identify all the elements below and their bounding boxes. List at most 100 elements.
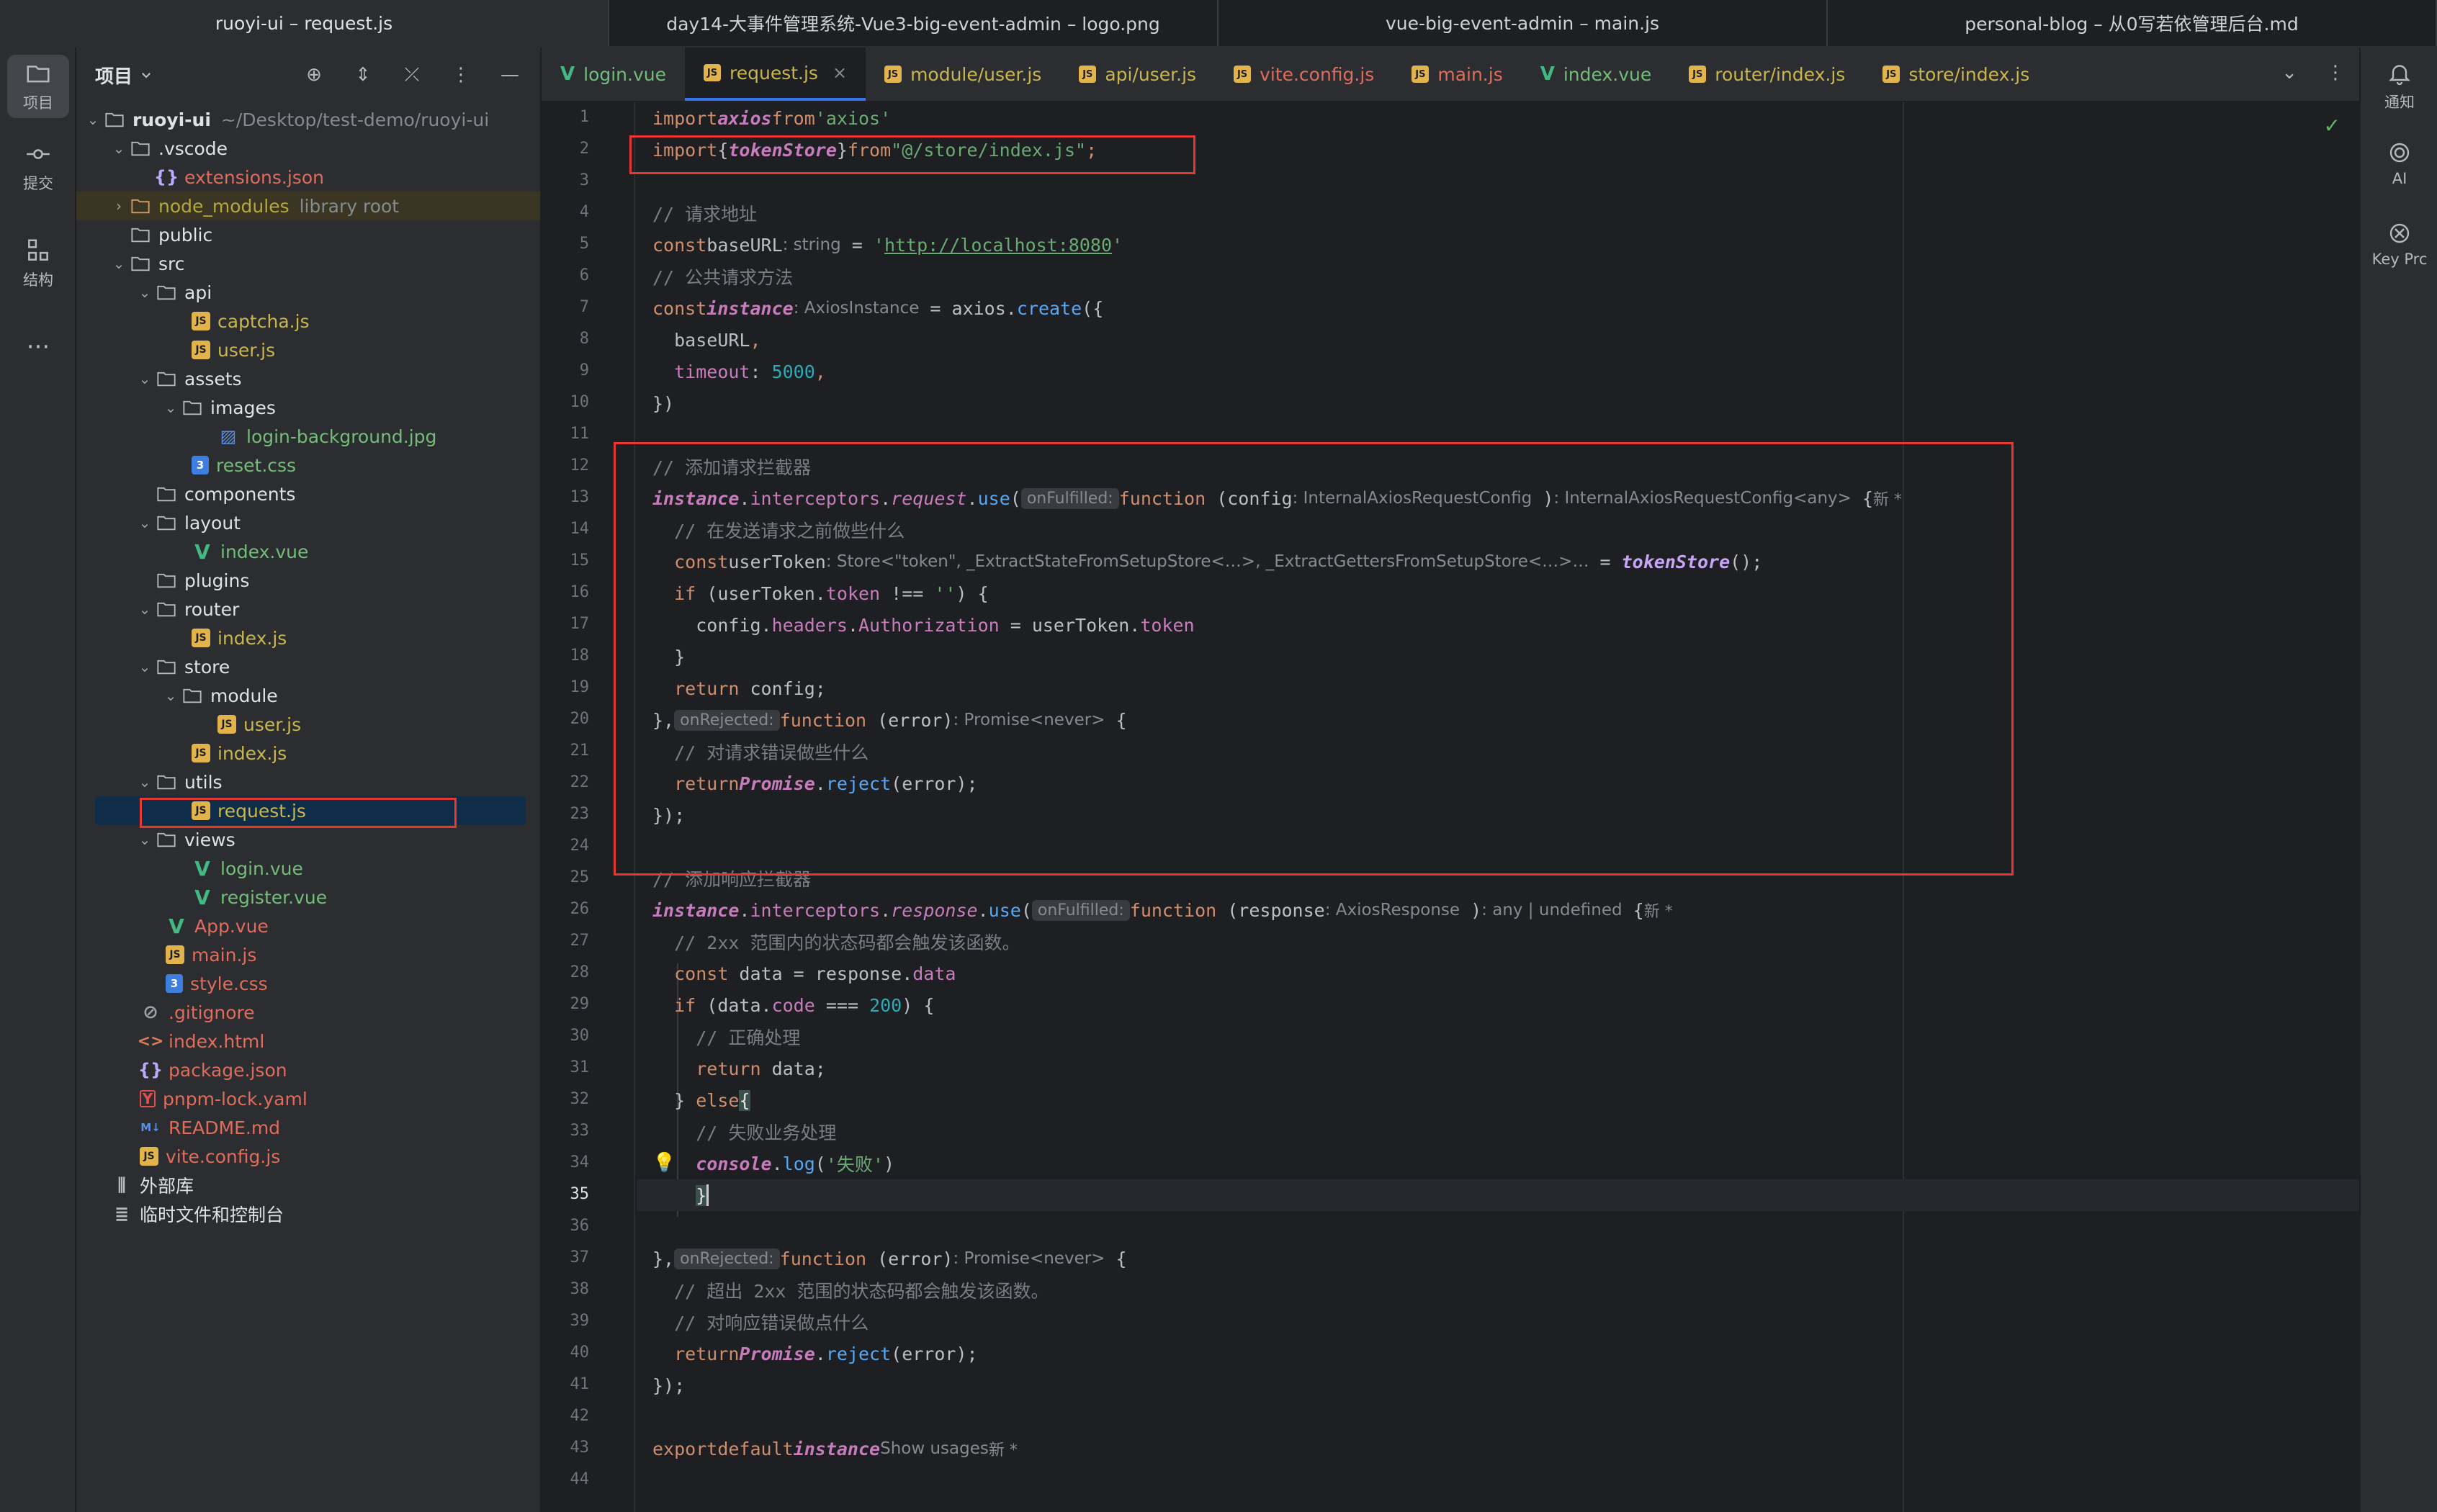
editor-tab-index-vue[interactable]: V index.vue: [1522, 48, 1671, 101]
tree-item-vscode[interactable]: ⌄ .vscode: [76, 134, 540, 163]
tree-item-api[interactable]: ⌄ api: [76, 278, 540, 307]
code-line-41[interactable]: });: [637, 1369, 2359, 1401]
tree-item-module-user-js[interactable]: JS user.js: [76, 710, 540, 739]
more-tools-button[interactable]: ···: [7, 315, 69, 379]
ai-assistant-button[interactable]: AI: [2361, 140, 2437, 187]
tree-item-src[interactable]: ⌄ src: [76, 249, 540, 278]
tree-item-public[interactable]: public: [76, 220, 540, 249]
tree-item-views[interactable]: ⌄ views: [76, 825, 540, 854]
tree-item-store[interactable]: ⌄ store: [76, 652, 540, 681]
expanded-arrow-icon[interactable]: ⌄: [134, 370, 156, 387]
tree-item-scratches[interactable]: ≣ 临时文件和控制台: [76, 1200, 540, 1228]
tree-item-store-index-js[interactable]: JS index.js: [76, 739, 540, 768]
code-line-37[interactable]: }, onRejected: function (error) : Promis…: [637, 1243, 2359, 1274]
editor-tab-api-user-js[interactable]: JS api/user.js: [1060, 48, 1215, 101]
tree-item-components[interactable]: components: [76, 480, 540, 508]
code-line-6[interactable]: // 公共请求方法: [637, 261, 2359, 292]
tree-item-node-modules[interactable]: › node_modules library root: [76, 192, 540, 220]
editor-tab-request-js[interactable]: JS request.js ×: [685, 48, 866, 101]
expanded-arrow-icon[interactable]: ⌄: [134, 658, 156, 675]
tree-item-register-vue[interactable]: V register.vue: [76, 883, 540, 912]
code-line-9[interactable]: timeout: 5000,: [637, 356, 2359, 387]
notifications-button[interactable]: 通知: [2361, 60, 2437, 112]
code-line-5[interactable]: const baseURL : string = ' http://localho…: [637, 229, 2359, 261]
window-tab-day14[interactable]: day14-大事件管理系统-Vue3-big-event-admin – log…: [609, 0, 1218, 46]
tree-item-router[interactable]: ⌄ router: [76, 595, 540, 624]
code-line-7[interactable]: const instance : AxiosInstance = axios. c…: [637, 292, 2359, 324]
tree-item-plugins[interactable]: plugins: [76, 566, 540, 595]
tree-item-vite-config[interactable]: JS vite.config.js: [76, 1142, 540, 1171]
code-line-33[interactable]: // 失败业务处理: [637, 1116, 2359, 1148]
window-tab-ruoyi[interactable]: ruoyi-ui – request.js: [0, 0, 609, 46]
editor-tab-login-vue[interactable]: V login.vue: [542, 48, 685, 101]
tree-item-gitignore[interactable]: ⊘ .gitignore: [76, 998, 540, 1027]
code-line-8[interactable]: baseURL,: [637, 324, 2359, 356]
tree-item-extensions-json[interactable]: {} extensions.json: [76, 163, 540, 192]
code-line-1[interactable]: import axios from 'axios': [637, 102, 2359, 134]
tree-item-reset-css[interactable]: 3 reset.css: [76, 451, 540, 480]
code-line-31[interactable]: return data;: [637, 1053, 2359, 1084]
expanded-arrow-icon[interactable]: ⌄: [134, 773, 156, 791]
code-line-43[interactable]: export default instance Show usages 新 *: [637, 1433, 2359, 1464]
code-line-40[interactable]: return Promise. reject (error);: [637, 1338, 2359, 1369]
collapse-all-icon[interactable]: ⤫: [400, 63, 423, 86]
expanded-arrow-icon[interactable]: ⌄: [134, 284, 156, 301]
code-line-32[interactable]: } else {: [637, 1084, 2359, 1116]
expanded-arrow-icon[interactable]: ⌄: [160, 687, 181, 704]
code-line-29[interactable]: if (data. code === 200) {: [637, 989, 2359, 1021]
tree-item-captcha-js[interactable]: JS captcha.js: [76, 307, 540, 336]
expanded-arrow-icon[interactable]: ⌄: [82, 111, 104, 128]
commit-tool-button[interactable]: 提交: [7, 135, 69, 199]
tree-item-index-html[interactable]: <> index.html: [76, 1027, 540, 1056]
key-promoter-button[interactable]: Key Prc: [2361, 220, 2437, 268]
tree-item-root[interactable]: ⌄ ruoyi-ui ~/Desktop/test-demo/ruoyi-ui: [76, 105, 540, 134]
expanded-arrow-icon[interactable]: ⌄: [160, 399, 181, 416]
code-line-35[interactable]: }: [637, 1179, 2359, 1211]
editor-tab-vite-config[interactable]: JS vite.config.js: [1215, 48, 1393, 101]
editor-tab-main-js[interactable]: JS main.js: [1393, 48, 1521, 101]
tree-item-pnpm-lock[interactable]: Y pnpm-lock.yaml: [76, 1084, 540, 1113]
code-line-27[interactable]: // 2xx 范围内的状态码都会触发该函数。: [637, 926, 2359, 958]
tree-item-login-vue[interactable]: V login.vue: [76, 854, 540, 883]
tree-item-main-js[interactable]: JS main.js: [76, 940, 540, 969]
project-tool-button[interactable]: 项目: [7, 55, 69, 118]
tree-item-layout-index-vue[interactable]: V index.vue: [76, 537, 540, 566]
code-line-28[interactable]: const data = response. data: [637, 958, 2359, 989]
chevron-down-icon[interactable]: [140, 68, 153, 81]
editor-tab-module-user-js[interactable]: JS module/user.js: [866, 48, 1060, 101]
editor-options-icon[interactable]: ⋮: [2326, 62, 2345, 84]
tree-item-login-background[interactable]: ▨ login-background.jpg: [76, 422, 540, 451]
editor-tab-store-index[interactable]: JS store/index.js: [1864, 48, 2048, 101]
tree-item-router-index-js[interactable]: JS index.js: [76, 624, 540, 652]
structure-tool-button[interactable]: 结构: [7, 232, 69, 295]
code-line-34[interactable]: console. log('失败'): [637, 1148, 2359, 1179]
expanded-arrow-icon[interactable]: ⌄: [134, 514, 156, 531]
code-line-26[interactable]: instance. interceptors. response. use( onFu…: [637, 894, 2359, 926]
tree-item-api-user-js[interactable]: JS user.js: [76, 336, 540, 364]
code-url-link[interactable]: http://localhost:8080: [884, 235, 1112, 256]
expanded-arrow-icon[interactable]: ⌄: [108, 255, 130, 272]
tree-item-assets[interactable]: ⌄ assets: [76, 364, 540, 393]
tree-item-readme[interactable]: M↓ README.md: [76, 1113, 540, 1142]
tree-item-style-css[interactable]: 3 style.css: [76, 969, 540, 998]
tab-list-chevron-icon[interactable]: ⌄: [2281, 62, 2297, 84]
locate-file-icon[interactable]: ⊕: [302, 63, 326, 86]
lightbulb-icon[interactable]: 💡: [652, 1152, 676, 1174]
show-usages-link[interactable]: Show usages: [880, 1439, 989, 1458]
code-line-38[interactable]: // 超出 2xx 范围的状态码都会触发该函数。: [637, 1274, 2359, 1306]
editor-tab-router-index[interactable]: JS router/index.js: [1670, 48, 1864, 101]
tree-item-package-json[interactable]: {} package.json: [76, 1056, 540, 1084]
options-icon[interactable]: ⋮: [449, 63, 472, 86]
expanded-arrow-icon[interactable]: ⌄: [108, 140, 130, 157]
code-line-39[interactable]: // 对响应错误做点什么: [637, 1306, 2359, 1338]
window-tab-vue-big-event[interactable]: vue-big-event-admin – main.js: [1218, 0, 1828, 46]
code-line-4[interactable]: // 请求地址: [637, 197, 2359, 229]
collapsed-arrow-icon[interactable]: ›: [108, 197, 130, 215]
tree-item-external-libraries[interactable]: ⫼ 外部库: [76, 1171, 540, 1200]
tree-item-module[interactable]: ⌄ module: [76, 681, 540, 710]
code-line-10[interactable]: }): [637, 387, 2359, 419]
expanded-arrow-icon[interactable]: ⌄: [134, 600, 156, 618]
hide-panel-icon[interactable]: —: [498, 63, 521, 86]
tree-item-utils[interactable]: ⌄ utils: [76, 768, 540, 796]
tree-item-images[interactable]: ⌄ images: [76, 393, 540, 422]
